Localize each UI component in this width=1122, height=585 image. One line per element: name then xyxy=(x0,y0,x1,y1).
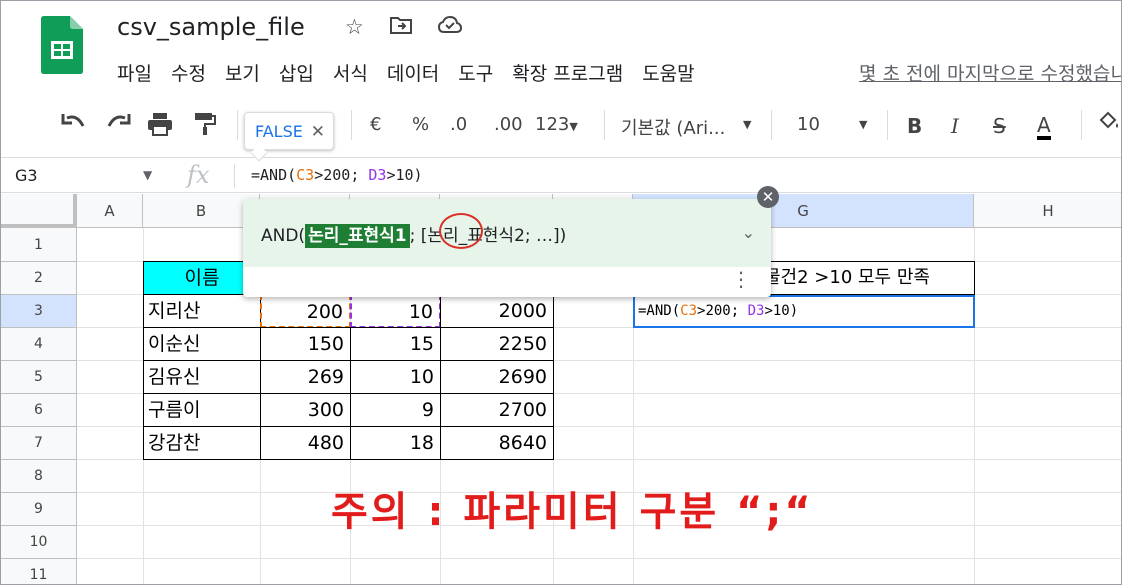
last-edit-link[interactable]: 몇 초 전에 마지막으로 수정했습니다 xyxy=(859,59,1121,86)
increase-decimal-button[interactable]: .00 xyxy=(494,114,523,135)
more-formats-label: 123 xyxy=(535,114,570,135)
cell-c5[interactable]: 269 xyxy=(260,360,351,394)
select-all-corner[interactable] xyxy=(1,194,77,228)
star-icon[interactable]: ☆ xyxy=(345,15,364,39)
cell-e5[interactable]: 2690 xyxy=(440,360,554,394)
row-header-10[interactable]: 10 xyxy=(1,526,77,559)
cell-e4[interactable]: 2250 xyxy=(440,327,554,361)
cell-e7[interactable]: 8640 xyxy=(440,426,554,460)
menu-view[interactable]: 보기 xyxy=(225,59,260,85)
more-formats-button[interactable]: 123▼ xyxy=(535,114,578,135)
cell-d7[interactable]: 18 xyxy=(350,426,441,460)
row-header-3[interactable]: 3 xyxy=(1,295,77,328)
menu-extensions[interactable]: 확장 프로그램 xyxy=(512,59,623,85)
chevron-down-icon[interactable]: ⌄ xyxy=(742,223,755,242)
formula-cond1: >200; xyxy=(314,166,369,184)
active-argument: 논리_표현식1 xyxy=(305,224,410,248)
chevron-down-icon[interactable]: ▼ xyxy=(743,118,751,131)
paint-format-icon[interactable] xyxy=(194,112,216,141)
chevron-down-icon: ▼ xyxy=(569,120,578,133)
row-header-1[interactable]: 1 xyxy=(1,228,77,262)
formula-cond2: >10) xyxy=(386,166,423,184)
strikethrough-button[interactable]: S xyxy=(993,114,1006,138)
cell-g3-editing[interactable]: =AND(C3>200; D3>10) xyxy=(633,295,975,328)
text-color-button[interactable]: A xyxy=(1037,114,1051,140)
document-title[interactable]: csv_sample_file xyxy=(117,13,305,41)
function-signature: AND(논리_표현식1; [논리_표현식2; …]) xyxy=(261,221,567,248)
cell-b6[interactable]: 구름이 xyxy=(143,393,261,427)
formula-ref-d3: D3 xyxy=(368,166,387,184)
formula-input[interactable]: =AND(C3>200; D3>10) xyxy=(251,166,423,184)
cell-b7[interactable]: 강감찬 xyxy=(143,426,261,460)
cell-b4[interactable]: 이순신 xyxy=(143,327,261,361)
formula-ref-c3: C3 xyxy=(296,166,315,184)
cloud-status-icon[interactable] xyxy=(437,15,463,39)
cell-c4[interactable]: 150 xyxy=(260,327,351,361)
row-header-8[interactable]: 8 xyxy=(1,460,77,493)
cell-c6[interactable]: 300 xyxy=(260,393,351,427)
chevron-down-icon[interactable]: ▼ xyxy=(859,118,867,131)
cell-d4[interactable]: 15 xyxy=(350,327,441,361)
row-header-6[interactable]: 6 xyxy=(1,394,77,427)
annotation-text: 주의 : 파라미터 구분 “;“ xyxy=(331,489,814,535)
cell-d5[interactable]: 10 xyxy=(350,360,441,394)
chevron-down-icon[interactable]: ▼ xyxy=(143,168,152,182)
move-folder-icon[interactable] xyxy=(390,15,412,40)
menu-edit[interactable]: 수정 xyxy=(171,59,206,85)
fill-color-icon[interactable] xyxy=(1097,110,1121,139)
font-family-select[interactable]: 기본값 (Ari... xyxy=(621,114,725,140)
separator-highlight-circle xyxy=(439,213,483,249)
row-header-11[interactable]: 11 xyxy=(1,559,77,584)
sheets-logo-icon[interactable] xyxy=(41,16,83,74)
popup-header[interactable]: AND(논리_표현식1; [논리_표현식2; …]) ⌄ xyxy=(243,199,771,267)
preview-value: FALSE xyxy=(255,122,303,141)
formula-func: =AND( xyxy=(251,166,297,184)
fx-icon: fx xyxy=(187,161,210,189)
cell-d3[interactable]: 10 xyxy=(350,294,441,328)
toolbar: € % .0 .00 123▼ 기본값 (Ari... ▼ 10 ▼ B I S… xyxy=(1,98,1121,154)
undo-icon[interactable] xyxy=(61,112,87,139)
bold-button[interactable]: B xyxy=(907,114,922,138)
font-family-value: 기본값 (Ari... xyxy=(621,118,726,139)
menu-insert[interactable]: 삽입 xyxy=(279,59,314,85)
menu-bar: 파일 수정 보기 삽입 서식 데이터 도구 확장 프로그램 도움말 xyxy=(117,59,695,85)
font-size-select[interactable]: 10 xyxy=(797,114,820,135)
remaining-arguments: ; [논리_표현식2; …]) xyxy=(409,226,567,246)
redo-icon[interactable] xyxy=(105,112,131,139)
column-header-a[interactable]: A xyxy=(77,194,143,228)
menu-tools[interactable]: 도구 xyxy=(458,59,493,85)
decrease-decimal-button[interactable]: .0 xyxy=(450,114,467,135)
italic-button[interactable]: I xyxy=(951,114,959,138)
formula-bar: G3 ▼ fx =AND(C3>200; D3>10) xyxy=(1,157,1121,193)
app-header: csv_sample_file ☆ 파일 수정 보기 삽입 서식 데이터 도구 … xyxy=(1,1,1121,97)
more-options-icon[interactable]: ⋮ xyxy=(731,267,751,291)
cell-d6[interactable]: 9 xyxy=(350,393,441,427)
menu-help[interactable]: 도움말 xyxy=(642,59,694,85)
menu-format[interactable]: 서식 xyxy=(333,59,368,85)
print-icon[interactable] xyxy=(147,112,173,141)
formula-help-popup: AND(논리_표현식1; [논리_표현식2; …]) ⌄ ⋮ xyxy=(243,199,771,297)
row-header-5[interactable]: 5 xyxy=(1,361,77,394)
cell-b5[interactable]: 김유신 xyxy=(143,360,261,394)
menu-data[interactable]: 데이터 xyxy=(387,59,439,85)
cell-c3[interactable]: 200 xyxy=(260,294,351,328)
cell-c7[interactable]: 480 xyxy=(260,426,351,460)
row-header-9[interactable]: 9 xyxy=(1,493,77,526)
row-header-4[interactable]: 4 xyxy=(1,328,77,361)
column-header-h[interactable]: H xyxy=(974,194,1121,228)
close-icon[interactable]: ✕ xyxy=(311,122,325,142)
row-header-2[interactable]: 2 xyxy=(1,262,77,295)
currency-button[interactable]: € xyxy=(370,114,381,135)
cell-e6[interactable]: 2700 xyxy=(440,393,554,427)
menu-file[interactable]: 파일 xyxy=(117,59,152,85)
cell-b3[interactable]: 지리산 xyxy=(143,294,261,328)
cell-e3[interactable]: 2000 xyxy=(440,294,554,328)
close-icon[interactable]: ✕ xyxy=(757,186,779,208)
function-name: AND( xyxy=(261,226,306,246)
name-box[interactable]: G3 xyxy=(15,166,38,185)
row-header-7[interactable]: 7 xyxy=(1,427,77,460)
percent-button[interactable]: % xyxy=(412,114,429,135)
spreadsheet-window: csv_sample_file ☆ 파일 수정 보기 삽입 서식 데이터 도구 … xyxy=(0,0,1122,585)
